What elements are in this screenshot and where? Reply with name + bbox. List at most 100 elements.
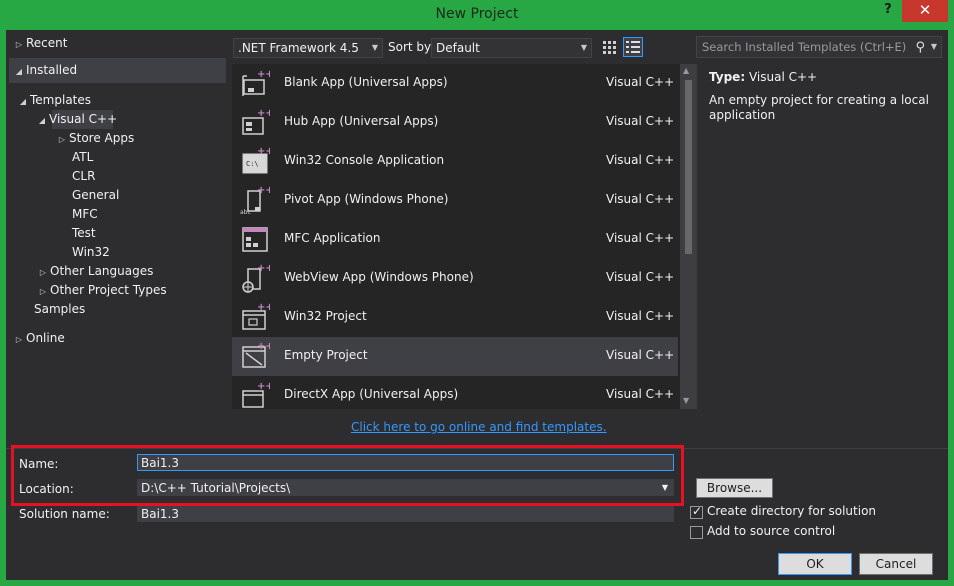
tree-item-general[interactable]: General <box>72 186 119 205</box>
sort-by-label: Sort by: <box>388 40 435 54</box>
collapse-arrow-icon: ◢ <box>38 116 46 125</box>
template-name: MFC Application <box>284 231 381 245</box>
chevron-down-icon: ▼ <box>371 43 378 52</box>
scrollbar-thumb[interactable] <box>685 80 692 254</box>
console-app-icon: C:\ ++ <box>242 146 270 174</box>
create-directory-label: Create directory for solution <box>707 504 877 518</box>
svg-text:abc: abc <box>240 209 251 215</box>
expand-arrow-icon: ▷ <box>15 40 23 49</box>
small-icons-view-icon[interactable] <box>599 37 619 57</box>
template-description: Type: Visual C++ An empty project for cr… <box>709 70 939 123</box>
tree-item-samples[interactable]: Samples <box>34 300 85 319</box>
template-item[interactable]: ++ WebView App (Windows Phone) Visual C+… <box>232 259 678 298</box>
scroll-down-icon[interactable]: ▼ <box>683 396 689 405</box>
tree-item-test[interactable]: Test <box>72 224 96 243</box>
template-language: Visual C++ <box>606 309 675 323</box>
template-list[interactable]: ++ Blank App (Universal Apps) Visual C++… <box>232 64 697 409</box>
tree-item-win32[interactable]: Win32 <box>72 243 110 262</box>
ok-button[interactable]: OK <box>778 553 852 575</box>
template-item[interactable]: abc ++ Pivot App (Windows Phone) Visual … <box>232 181 678 220</box>
mfc-app-icon <box>242 227 268 252</box>
expand-arrow-icon: ▷ <box>15 335 23 344</box>
window-title: New Project <box>435 6 519 22</box>
svg-text:++: ++ <box>257 146 270 157</box>
expand-arrow-icon: ▷ <box>58 135 66 144</box>
search-templates-input[interactable]: Search Installed Templates (Ctrl+E) ⚲ ▼ <box>696 36 942 58</box>
type-value: Visual C++ <box>748 70 818 84</box>
solution-name-input[interactable]: Bai1.3 <box>137 505 674 522</box>
new-project-window: New Project ? ✕ ▷ Recent ◢ Installed ◢ Temp… <box>0 0 954 586</box>
template-item[interactable]: ++ Hub App (Universal Apps) Visual C++ <box>232 103 678 142</box>
template-language: Visual C++ <box>606 270 675 284</box>
scroll-up-icon[interactable]: ▲ <box>683 66 689 75</box>
tree-item-store-apps[interactable]: ▷ Store Apps <box>55 129 134 148</box>
template-item[interactable]: MFC Application Visual C++ <box>232 220 678 259</box>
tree-item-clr[interactable]: CLR <box>72 167 95 186</box>
chevron-down-icon: ▼ <box>580 43 587 52</box>
pivot-app-icon: abc ++ <box>240 185 270 215</box>
tree-item-other-project-types[interactable]: ▷ Other Project Types <box>36 281 167 300</box>
chevron-down-icon[interactable]: ▼ <box>931 37 937 57</box>
sort-dropdown[interactable]: Default ▼ <box>431 38 592 58</box>
list-view-icon[interactable] <box>623 37 643 57</box>
expand-arrow-icon: ▷ <box>39 287 47 296</box>
help-button[interactable]: ? <box>877 2 899 22</box>
template-language: Visual C++ <box>606 348 675 362</box>
cancel-button[interactable]: Cancel <box>859 553 933 575</box>
tree-item-recent[interactable]: ▷ Recent <box>12 34 68 53</box>
template-name: Hub App (Universal Apps) <box>284 114 439 128</box>
collapse-arrow-icon: ◢ <box>15 67 23 76</box>
tree-item-mfc[interactable]: MFC <box>72 205 98 224</box>
template-item[interactable]: ++ Blank App (Universal Apps) Visual C++ <box>232 64 678 103</box>
template-language: Visual C++ <box>606 153 675 167</box>
create-directory-checkbox[interactable] <box>690 504 703 519</box>
source-control-checkbox[interactable] <box>690 526 703 539</box>
type-label: Type: <box>709 70 746 84</box>
svg-text:++: ++ <box>257 341 270 352</box>
highlight-annotation-box <box>11 445 684 506</box>
blank-app-icon: ++ <box>242 69 270 96</box>
template-language: Visual C++ <box>606 192 675 206</box>
template-item[interactable]: C:\ ++ Win32 Console Application Visual … <box>232 142 678 181</box>
dialog-client: ▷ Recent ◢ Installed ◢ Templates ◢ Visual C+… <box>6 30 948 580</box>
empty-project-icon: ++ <box>242 341 270 368</box>
template-name: Empty Project <box>284 348 368 362</box>
template-name: Win32 Project <box>284 309 367 323</box>
expand-arrow-icon: ▷ <box>39 268 47 277</box>
svg-text:++: ++ <box>257 108 270 119</box>
template-item[interactable]: ++ Win32 Project Visual C++ <box>232 298 678 337</box>
template-name: Blank App (Universal Apps) <box>284 75 448 89</box>
close-button[interactable]: ✕ <box>902 0 948 22</box>
title-bar[interactable]: New Project ? ✕ <box>0 0 954 30</box>
tree-item-visual-cpp[interactable]: ◢ Visual C++ <box>35 110 117 129</box>
template-language: Visual C++ <box>606 231 675 245</box>
tree-item-installed[interactable]: ◢ Installed <box>12 61 77 80</box>
template-item-selected[interactable]: ++ Empty Project Visual C++ <box>232 337 678 376</box>
description-text: An empty project for creating a local ap… <box>709 93 929 122</box>
win32-project-icon: ++ <box>242 302 270 330</box>
svg-text:++: ++ <box>257 263 270 274</box>
collapse-arrow-icon: ◢ <box>19 97 27 106</box>
tree-item-templates[interactable]: ◢ Templates <box>16 91 91 110</box>
webview-app-icon: ++ <box>242 263 270 293</box>
template-name: DirectX App (Universal Apps) <box>284 387 459 401</box>
browse-button[interactable]: Browse... <box>696 478 773 498</box>
source-control-label: Add to source control <box>707 524 836 538</box>
online-templates-link[interactable]: Click here to go online and find templat… <box>351 420 607 434</box>
search-icon[interactable]: ⚲ <box>915 38 925 58</box>
svg-text:++: ++ <box>257 302 270 313</box>
svg-text:++: ++ <box>257 381 270 392</box>
tree-item-other-languages[interactable]: ▷ Other Languages <box>36 262 153 281</box>
svg-text:C:\: C:\ <box>246 160 259 168</box>
template-language: Visual C++ <box>606 387 675 401</box>
tree-item-atl[interactable]: ATL <box>72 148 93 167</box>
template-language: Visual C++ <box>606 75 675 89</box>
template-item[interactable]: ++ DirectX App (Universal Apps) Visual C… <box>232 376 678 409</box>
template-name: Pivot App (Windows Phone) <box>284 192 449 206</box>
svg-text:++: ++ <box>257 69 270 80</box>
solution-name-label: Solution name: <box>19 507 110 521</box>
template-name: WebView App (Windows Phone) <box>284 270 474 284</box>
tree-item-online[interactable]: ▷ Online <box>12 329 65 348</box>
framework-dropdown[interactable]: .NET Framework 4.5 ▼ <box>233 38 383 58</box>
template-list-scrollbar[interactable]: ▲ ▼ <box>680 64 697 409</box>
